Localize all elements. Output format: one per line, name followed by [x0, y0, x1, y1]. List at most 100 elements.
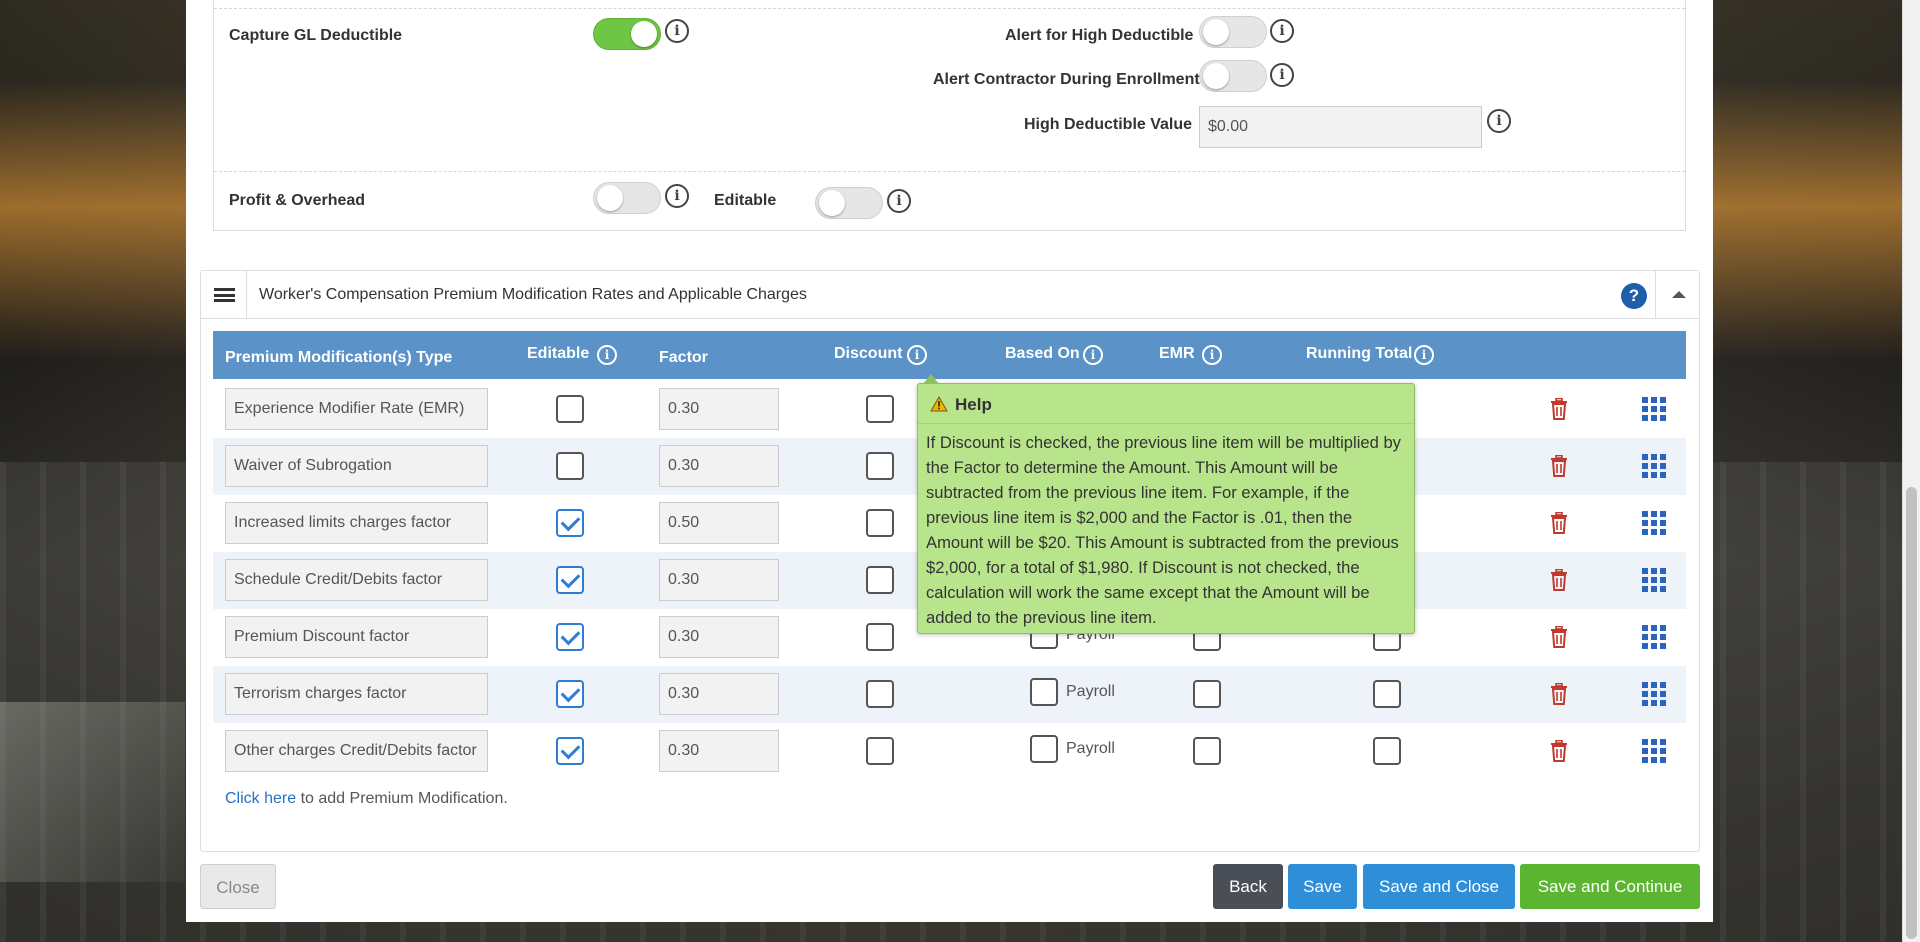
- trash-icon[interactable]: [1550, 512, 1568, 534]
- grid-icon[interactable]: [1642, 682, 1666, 706]
- alert-high-deductible-toggle[interactable]: [1199, 16, 1267, 48]
- factor-input[interactable]: 0.30: [659, 730, 779, 772]
- grid-icon[interactable]: [1642, 568, 1666, 592]
- editable-toggle[interactable]: [815, 187, 883, 219]
- header-editable: Editable: [527, 345, 590, 362]
- menu-button[interactable]: [201, 271, 247, 318]
- tooltip-body: If Discount is checked, the previous lin…: [926, 433, 1401, 627]
- modification-type-input[interactable]: Terrorism charges factor: [225, 673, 488, 715]
- info-icon[interactable]: i: [665, 184, 689, 208]
- editable-checkbox[interactable]: [556, 566, 584, 594]
- running-total-checkbox[interactable]: [1373, 680, 1401, 708]
- header-factor: Factor: [659, 349, 708, 366]
- factor-input[interactable]: 0.50: [659, 502, 779, 544]
- info-icon[interactable]: i: [1270, 19, 1294, 43]
- info-icon[interactable]: i: [1202, 345, 1222, 365]
- chevron-up-icon: [1672, 291, 1686, 298]
- modification-type-input[interactable]: Other charges Credit/Debits factor: [225, 730, 488, 772]
- running-total-checkbox[interactable]: [1373, 737, 1401, 765]
- info-icon[interactable]: i: [1487, 109, 1511, 133]
- factor-input[interactable]: 0.30: [659, 445, 779, 487]
- back-button[interactable]: Back: [1213, 864, 1283, 909]
- tooltip-arrow: [923, 374, 939, 384]
- save-and-continue-button[interactable]: Save and Continue: [1520, 864, 1700, 909]
- trash-icon[interactable]: [1550, 740, 1568, 762]
- divider: [214, 171, 1685, 172]
- emr-checkbox[interactable]: [1193, 680, 1221, 708]
- grid-icon[interactable]: [1642, 625, 1666, 649]
- based-on-payroll-checkbox[interactable]: [1030, 678, 1058, 706]
- factor-input[interactable]: 0.30: [659, 559, 779, 601]
- section-header: Worker's Compensation Premium Modificati…: [201, 271, 1699, 319]
- info-icon[interactable]: i: [665, 19, 689, 43]
- modification-type-input[interactable]: Experience Modifier Rate (EMR): [225, 388, 488, 430]
- emr-checkbox[interactable]: [1193, 737, 1221, 765]
- trash-icon[interactable]: [1550, 398, 1568, 420]
- discount-checkbox[interactable]: [866, 623, 894, 651]
- editable-checkbox[interactable]: [556, 623, 584, 651]
- editable-label: Editable: [714, 192, 777, 209]
- header-based-on: Based On: [1005, 345, 1080, 362]
- modification-type-input[interactable]: Increased limits charges factor: [225, 502, 488, 544]
- header-discount: Discount: [834, 345, 903, 362]
- editable-checkbox[interactable]: [556, 737, 584, 765]
- modification-type-input[interactable]: Premium Discount factor: [225, 616, 488, 658]
- help-icon[interactable]: ?: [1621, 283, 1647, 309]
- grid-icon[interactable]: [1642, 739, 1666, 763]
- discount-checkbox[interactable]: [866, 566, 894, 594]
- info-icon[interactable]: i: [1083, 345, 1103, 365]
- editable-checkbox[interactable]: [556, 452, 584, 480]
- factor-input[interactable]: 0.30: [659, 616, 779, 658]
- hamburger-icon: [214, 288, 235, 302]
- info-icon[interactable]: i: [907, 345, 927, 365]
- toggle-knob: [597, 185, 623, 211]
- discount-checkbox[interactable]: [866, 509, 894, 537]
- save-button[interactable]: Save: [1288, 864, 1357, 909]
- collapse-button[interactable]: [1655, 271, 1699, 318]
- info-icon[interactable]: i: [1270, 63, 1294, 87]
- table-row: Terrorism charges factor 0.30 Payroll: [213, 666, 1686, 723]
- discount-checkbox[interactable]: [866, 680, 894, 708]
- based-on-payroll-checkbox[interactable]: [1030, 735, 1058, 763]
- tooltip-header: Help: [918, 384, 1414, 424]
- add-premium-modification-link[interactable]: Click here: [225, 790, 296, 807]
- scrollbar-thumb[interactable]: [1906, 487, 1917, 939]
- info-icon[interactable]: i: [887, 189, 911, 213]
- modification-type-input[interactable]: Schedule Credit/Debits factor: [225, 559, 488, 601]
- profit-overhead-toggle[interactable]: [593, 182, 661, 214]
- discount-checkbox[interactable]: [866, 452, 894, 480]
- high-deductible-value-input[interactable]: $0.00: [1199, 106, 1482, 148]
- toggle-knob: [819, 190, 845, 216]
- background-road: [0, 702, 185, 882]
- grid-icon[interactable]: [1642, 511, 1666, 535]
- discount-help-tooltip: Help If Discount is checked, the previou…: [917, 374, 1415, 634]
- trash-icon[interactable]: [1550, 683, 1568, 705]
- grid-icon[interactable]: [1642, 397, 1666, 421]
- page-scrollbar[interactable]: [1902, 0, 1920, 942]
- editable-checkbox[interactable]: [556, 509, 584, 537]
- warning-icon: [930, 396, 948, 412]
- info-icon[interactable]: i: [1414, 345, 1434, 365]
- toggle-knob: [1203, 19, 1229, 45]
- section-title: Worker's Compensation Premium Modificati…: [259, 286, 807, 303]
- factor-input[interactable]: 0.30: [659, 673, 779, 715]
- header-emr: EMR: [1159, 345, 1195, 362]
- deductible-settings-card: Capture GL Deductible i Alert for High D…: [213, 0, 1686, 231]
- toggle-knob: [1203, 63, 1229, 89]
- editable-checkbox[interactable]: [556, 395, 584, 423]
- trash-icon[interactable]: [1550, 569, 1568, 591]
- discount-checkbox[interactable]: [866, 395, 894, 423]
- grid-icon[interactable]: [1642, 454, 1666, 478]
- factor-input[interactable]: 0.30: [659, 388, 779, 430]
- tooltip-title: Help: [955, 395, 992, 414]
- discount-checkbox[interactable]: [866, 737, 894, 765]
- capture-gl-toggle[interactable]: [593, 18, 661, 50]
- trash-icon[interactable]: [1550, 455, 1568, 477]
- close-button[interactable]: Close: [200, 864, 276, 909]
- modification-type-input[interactable]: Waiver of Subrogation: [225, 445, 488, 487]
- save-and-close-button[interactable]: Save and Close: [1363, 864, 1515, 909]
- trash-icon[interactable]: [1550, 626, 1568, 648]
- info-icon[interactable]: i: [597, 345, 617, 365]
- editable-checkbox[interactable]: [556, 680, 584, 708]
- alert-contractor-toggle[interactable]: [1199, 60, 1267, 92]
